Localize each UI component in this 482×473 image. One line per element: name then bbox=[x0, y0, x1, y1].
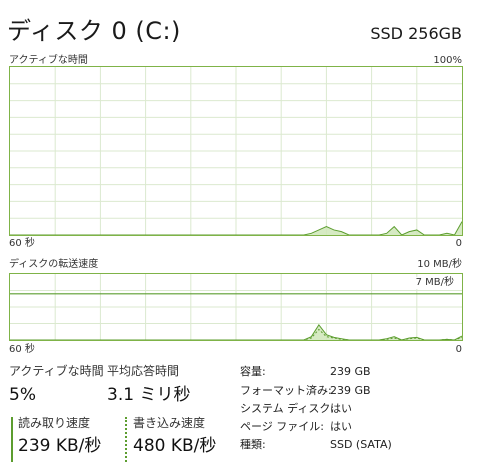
write-rate-value: 480 KB/秒 bbox=[133, 436, 217, 456]
active-time-x-left: 60 秒 bbox=[9, 238, 35, 249]
read-rate-label: 読み取り速度 bbox=[18, 416, 91, 430]
prop-page-file-value: はい bbox=[330, 420, 352, 433]
transfer-rate-marker-label: 7 MB/秒 bbox=[413, 277, 456, 289]
write-rate-indicator bbox=[125, 417, 127, 462]
active-time-label: アクティブな時間 bbox=[9, 364, 104, 378]
transfer-rate-chart-plot bbox=[10, 274, 462, 340]
transfer-rate-x-right: 0 bbox=[455, 344, 462, 355]
avg-response-value: 3.1 ミリ秒 bbox=[107, 385, 191, 405]
read-rate-indicator bbox=[11, 417, 13, 462]
prop-page-file-key: ページ ファイル: bbox=[240, 420, 324, 433]
prop-capacity-key: 容量: bbox=[240, 365, 266, 378]
prop-system-disk-value: はい bbox=[330, 402, 352, 415]
prop-type-key: 種類: bbox=[240, 438, 266, 451]
active-time-chart bbox=[9, 66, 463, 236]
transfer-rate-chart-max: 10 MB/秒 bbox=[417, 259, 462, 270]
prop-type-value: SSD (SATA) bbox=[330, 438, 392, 451]
transfer-rate-chart-label: ディスクの転送速度 bbox=[9, 259, 99, 270]
prop-formatted-value: 239 GB bbox=[330, 384, 371, 397]
disk-model: SSD 256GB bbox=[370, 24, 462, 43]
page-title: ディスク 0 (C:) bbox=[7, 17, 181, 45]
transfer-rate-x-left: 60 秒 bbox=[9, 344, 35, 355]
prop-system-disk-key: システム ディスク: bbox=[240, 402, 335, 415]
write-rate-label: 書き込み速度 bbox=[133, 416, 206, 430]
active-time-x-right: 0 bbox=[455, 238, 462, 249]
active-time-chart-plot bbox=[10, 67, 462, 235]
read-rate-value: 239 KB/秒 bbox=[18, 436, 102, 456]
active-time-value: 5% bbox=[9, 385, 36, 405]
prop-capacity-value: 239 GB bbox=[330, 365, 371, 378]
transfer-rate-chart: 7 MB/秒 bbox=[9, 273, 463, 341]
avg-response-label: 平均応答時間 bbox=[107, 364, 180, 378]
prop-formatted-key: フォーマット済み: bbox=[240, 384, 332, 397]
